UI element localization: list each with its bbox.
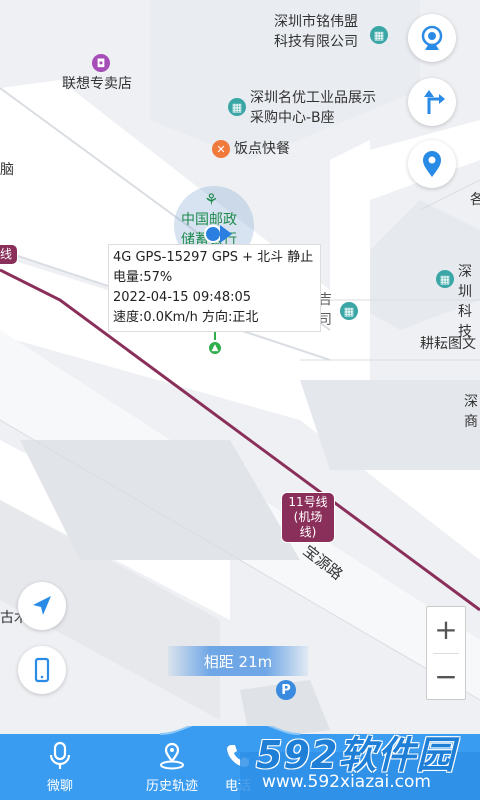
postal-icon: ⚘: [204, 190, 219, 209]
poi-right-company[interactable]: 深圳科技: [458, 262, 480, 342]
device-info-popup: 4G GPS-15297 GPS + 北斗 静止 电量:57% 2022-04-…: [108, 244, 321, 332]
zoom-control: + −: [426, 606, 466, 700]
poi-lenovo-store[interactable]: 联想专卖店: [62, 74, 132, 94]
building-icon: ▦: [228, 98, 246, 116]
direction-arrow-icon: [220, 225, 232, 243]
map-view[interactable]: 深圳市铭伟盟科技有限公司 ▦ ◘ 联想专卖店 ▦ 深圳名优工业品展示采购中心-B…: [0, 0, 480, 800]
my-location-button[interactable]: [18, 582, 66, 630]
info-line-device: 4G GPS-15297 GPS + 北斗 静止: [113, 250, 314, 265]
nav-voice-chat[interactable]: 微聊: [10, 734, 110, 798]
mobile-phone-icon: [34, 657, 50, 683]
zoom-in-button[interactable]: +: [427, 607, 465, 653]
watermark: 592软件园 www.592xiazai.com: [240, 712, 480, 800]
poi-mingweimeng[interactable]: 深圳市铭伟盟科技有限公司: [274, 12, 370, 52]
building-icon: ▦: [340, 302, 358, 320]
info-line-time: 2022-04-15 09:48:05: [113, 290, 252, 305]
turn-arrow-icon: [424, 90, 445, 114]
track-pin-icon: [160, 742, 184, 770]
watermark-logo: 592软件园: [256, 733, 456, 777]
map-roads: [0, 0, 480, 800]
watermark-url: www.592xiazai.com: [262, 772, 431, 792]
poi-mingyou[interactable]: 深圳名优工业品展示采购中心-B座: [250, 88, 380, 128]
metro-line-badge: 11号线(机场线): [281, 492, 335, 543]
poi-partial-left: 脑: [0, 162, 14, 178]
poi-right-ge: 各: [470, 192, 480, 208]
camera-button[interactable]: [408, 14, 456, 62]
navigation-button[interactable]: [408, 78, 456, 126]
poi-gengyun[interactable]: 耕耘图文: [420, 334, 476, 354]
microphone-icon: [49, 741, 71, 769]
compass-arrow-icon: [33, 596, 51, 615]
building-icon: ▦: [436, 270, 454, 288]
poi-fandian[interactable]: 饭点快餐: [234, 139, 290, 159]
camera-icon: [421, 25, 443, 50]
restaurant-icon: ✕: [212, 140, 230, 158]
building-icon: ▦: [370, 26, 388, 44]
distance-indicator: 相距 21m: [168, 646, 308, 676]
info-popup-tail: [204, 322, 218, 330]
nav-voice-label: 微聊: [46, 779, 73, 794]
parking-icon: P: [276, 680, 296, 700]
device-marker-icon[interactable]: ▲: [207, 340, 223, 356]
info-line-battery: 电量:57%: [113, 270, 173, 285]
phone-location-button[interactable]: [18, 646, 66, 694]
poi-right-shen: 深商: [464, 394, 478, 430]
map-pin-icon: [423, 151, 441, 177]
zoom-out-button[interactable]: −: [427, 654, 465, 700]
shopping-bag-icon: ◘: [92, 54, 110, 72]
location-pin-button[interactable]: [408, 140, 456, 188]
metro-line-badge-left: 线: [0, 244, 18, 265]
